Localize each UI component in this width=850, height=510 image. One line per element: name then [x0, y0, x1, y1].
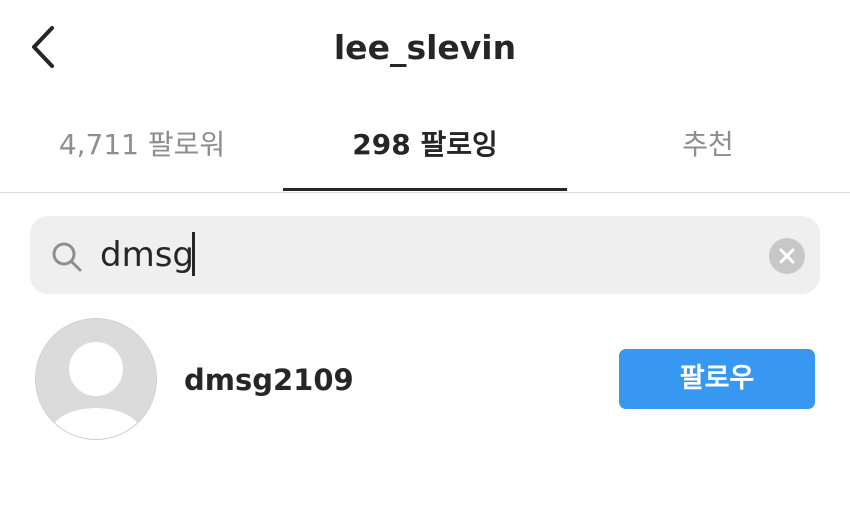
search-bar[interactable]	[30, 216, 820, 294]
text-cursor	[192, 232, 195, 276]
clear-icon	[779, 248, 795, 264]
username[interactable]: dmsg2109	[184, 360, 354, 400]
tab-following[interactable]: 298 팔로잉	[283, 110, 567, 191]
search-icon	[52, 242, 82, 272]
tab-followers[interactable]: 4,711 팔로워	[0, 110, 284, 191]
header: lee_slevin	[0, 0, 850, 95]
clear-search-button[interactable]	[769, 238, 805, 274]
list-item[interactable]: dmsg2109 팔로우	[0, 310, 850, 450]
default-avatar-icon	[36, 319, 156, 439]
active-tab-indicator	[283, 188, 567, 191]
search-input[interactable]	[100, 230, 700, 280]
follow-button[interactable]: 팔로우	[619, 349, 815, 409]
page-title: lee_slevin	[333, 28, 517, 67]
tab-bar: 4,711 팔로워 298 팔로잉 추천	[0, 110, 850, 193]
avatar[interactable]	[35, 318, 157, 440]
tab-suggested[interactable]: 추천	[566, 110, 850, 191]
